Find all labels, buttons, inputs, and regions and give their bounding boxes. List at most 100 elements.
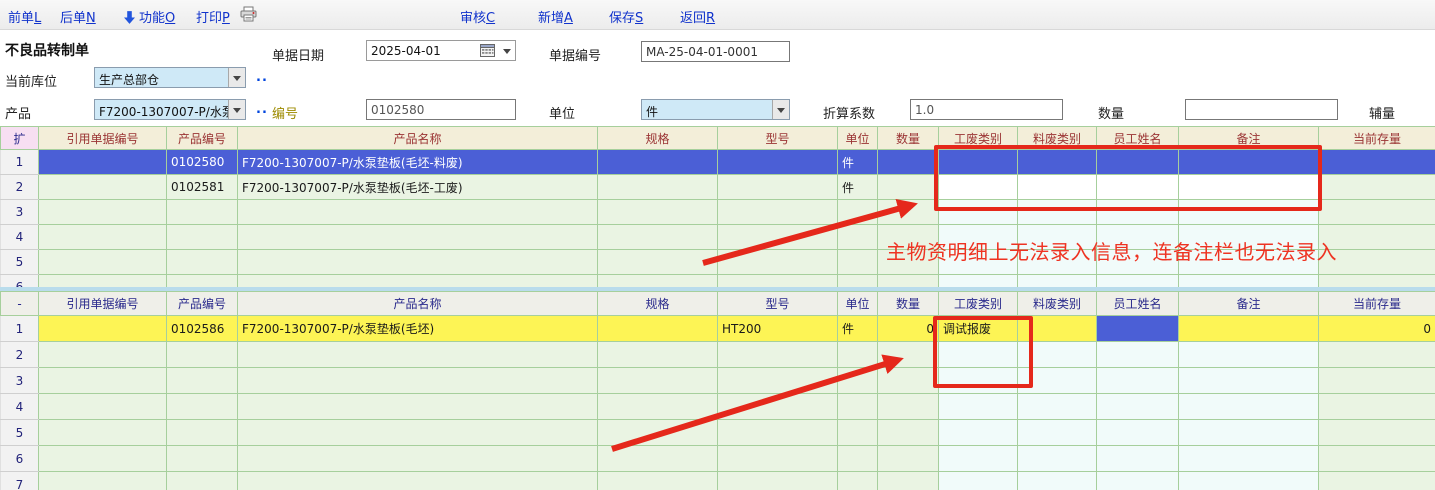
- grid-cell[interactable]: [39, 394, 167, 420]
- row-number-cell[interactable]: 2: [1, 175, 39, 200]
- grid-cell[interactable]: [939, 394, 1018, 420]
- warehouse-select[interactable]: 生产总部仓: [94, 67, 246, 88]
- grid-cell[interactable]: [718, 150, 838, 175]
- grid-cell[interactable]: [939, 446, 1018, 472]
- function-button[interactable]: 功能O: [124, 7, 175, 28]
- grid-cell[interactable]: [238, 225, 598, 250]
- grid-cell[interactable]: [39, 200, 167, 225]
- grid-cell[interactable]: [718, 420, 838, 446]
- grid-cell[interactable]: [167, 446, 238, 472]
- product-select[interactable]: F7200-1307007-P/水泵垫: [94, 99, 246, 120]
- grid-cell[interactable]: [1018, 275, 1097, 288]
- grid-cell[interactable]: [1179, 316, 1319, 342]
- grid-cell[interactable]: 0102581: [167, 175, 238, 200]
- grid-cell[interactable]: [167, 394, 238, 420]
- grid-cell[interactable]: [1179, 446, 1319, 472]
- grid-cell[interactable]: [838, 275, 878, 288]
- code-input[interactable]: 0102580: [366, 99, 516, 120]
- grid-cell[interactable]: [39, 225, 167, 250]
- row-number-cell[interactable]: 4: [1, 225, 39, 250]
- grid-cell[interactable]: [598, 446, 718, 472]
- grid-cell[interactable]: [167, 472, 238, 490]
- grid-cell[interactable]: [718, 275, 838, 288]
- grid-cell[interactable]: [1018, 420, 1097, 446]
- grid-cell[interactable]: [1018, 225, 1097, 250]
- row-number-cell[interactable]: 6: [1, 446, 39, 472]
- grid-cell[interactable]: [238, 446, 598, 472]
- row-number-cell[interactable]: 3: [1, 200, 39, 225]
- row-number-cell[interactable]: 7: [1, 472, 39, 490]
- grid-cell[interactable]: [1097, 175, 1179, 200]
- grid-cell[interactable]: [1319, 250, 1435, 275]
- row-number-cell[interactable]: 6: [1, 275, 39, 288]
- grid-cell[interactable]: 件: [838, 150, 878, 175]
- grid-cell[interactable]: [1018, 250, 1097, 275]
- date-input[interactable]: 2025-04-01: [366, 40, 516, 61]
- grid-cell[interactable]: [939, 250, 1018, 275]
- grid-cell[interactable]: 0102586: [167, 316, 238, 342]
- grid-cell[interactable]: [939, 472, 1018, 490]
- grid-cell[interactable]: [878, 420, 939, 446]
- grid-cell[interactable]: [1319, 150, 1435, 175]
- grid-cell[interactable]: [1179, 420, 1319, 446]
- grid-cell[interactable]: [939, 175, 1018, 200]
- grid-cell[interactable]: [598, 394, 718, 420]
- grid-cell[interactable]: 0102580: [167, 150, 238, 175]
- grid-cell[interactable]: [39, 150, 167, 175]
- grid-cell[interactable]: [1319, 446, 1435, 472]
- grid-cell[interactable]: [878, 250, 939, 275]
- grid-cell[interactable]: [1179, 225, 1319, 250]
- row-number-cell[interactable]: 5: [1, 250, 39, 275]
- grid-cell[interactable]: [39, 175, 167, 200]
- grid-cell[interactable]: [718, 472, 838, 490]
- grid-cell[interactable]: [1319, 225, 1435, 250]
- grid-cell[interactable]: [1179, 342, 1319, 368]
- row-number-cell[interactable]: 1: [1, 150, 39, 175]
- next-doc-button[interactable]: 后单N: [60, 7, 96, 26]
- grid-cell[interactable]: [39, 472, 167, 490]
- grid-cell[interactable]: [1319, 175, 1435, 200]
- grid-cell[interactable]: [1097, 200, 1179, 225]
- grid-cell[interactable]: F7200-1307007-P/水泵垫板(毛坯-工废): [238, 175, 598, 200]
- grid-cell[interactable]: [878, 446, 939, 472]
- grid-cell[interactable]: [939, 225, 1018, 250]
- grid-cell[interactable]: [167, 250, 238, 275]
- grid-cell[interactable]: [878, 472, 939, 490]
- grid-cell[interactable]: [718, 200, 838, 225]
- grid-cell[interactable]: [1097, 420, 1179, 446]
- grid-cell[interactable]: [238, 200, 598, 225]
- grid-cell[interactable]: [878, 150, 939, 175]
- grid-cell[interactable]: [1018, 150, 1097, 175]
- grid-cell[interactable]: [838, 368, 878, 394]
- grid-cell[interactable]: [39, 420, 167, 446]
- grid-cell[interactable]: [878, 368, 939, 394]
- grid-cell[interactable]: [838, 394, 878, 420]
- grid-cell[interactable]: [1097, 368, 1179, 394]
- grid-cell[interactable]: [718, 446, 838, 472]
- grid-cell[interactable]: [718, 175, 838, 200]
- return-button[interactable]: 返回R: [680, 7, 715, 26]
- grid-cell[interactable]: [1179, 275, 1319, 288]
- factor-input[interactable]: 1.0: [910, 99, 1063, 120]
- unit-select[interactable]: 件: [641, 99, 790, 120]
- grid-cell[interactable]: [939, 200, 1018, 225]
- grid-cell[interactable]: [1179, 200, 1319, 225]
- grid-cell[interactable]: [598, 175, 718, 200]
- grid-cell[interactable]: [1097, 150, 1179, 175]
- grid-cell[interactable]: [1319, 200, 1435, 225]
- grid-cell[interactable]: [718, 368, 838, 394]
- save-button[interactable]: 保存S: [609, 7, 643, 26]
- grid-cell[interactable]: [238, 250, 598, 275]
- grid-cell[interactable]: [1179, 394, 1319, 420]
- grid-cell[interactable]: [598, 368, 718, 394]
- grid-cell[interactable]: [1018, 316, 1097, 342]
- unit-dropdown-button[interactable]: [772, 100, 789, 119]
- grid-cell[interactable]: [39, 342, 167, 368]
- grid-cell[interactable]: 件: [838, 175, 878, 200]
- row-number-cell[interactable]: 2: [1, 342, 39, 368]
- grid-cell[interactable]: [1179, 368, 1319, 394]
- grid-cell[interactable]: [1319, 342, 1435, 368]
- grid-cell[interactable]: [878, 200, 939, 225]
- grid-cell[interactable]: [598, 225, 718, 250]
- grid-cell[interactable]: [167, 368, 238, 394]
